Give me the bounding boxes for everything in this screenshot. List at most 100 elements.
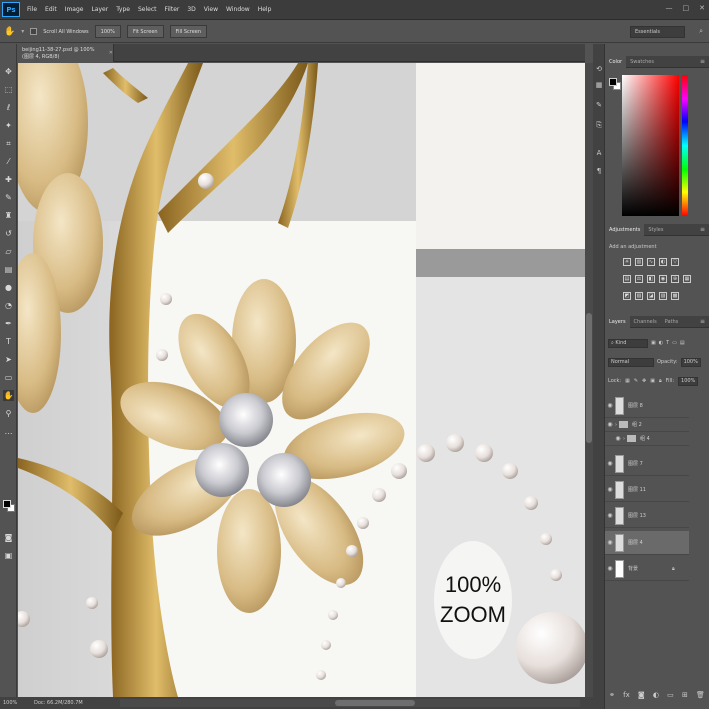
curves-icon[interactable]: ∿ xyxy=(647,258,655,266)
lasso-tool-icon[interactable]: ℓ xyxy=(3,102,14,113)
lock-image-icon[interactable]: ✎ xyxy=(634,378,638,384)
brush-panel-icon[interactable]: ✎ xyxy=(594,100,604,110)
eraser-tool-icon[interactable]: ▱ xyxy=(3,246,14,257)
new-adjustment-layer-icon[interactable]: ◐ xyxy=(653,691,659,703)
trash-icon[interactable]: 🗑︎ xyxy=(696,691,705,703)
vibrance-icon[interactable]: ▽ xyxy=(671,258,679,266)
lock-all-icon[interactable]: 🔒︎ xyxy=(659,378,662,384)
panel-menu-icon[interactable]: ≡ xyxy=(700,226,705,233)
eye-icon[interactable]: ◉ xyxy=(605,402,615,409)
menu-image[interactable]: Image xyxy=(61,6,88,13)
layer-row[interactable]: ◉ 图层 8 xyxy=(605,394,689,418)
document-size-info[interactable]: Doc: 66.2M/280.7M xyxy=(34,700,83,706)
tab-color[interactable]: Color xyxy=(605,55,627,68)
levels-icon[interactable]: ▥ xyxy=(635,258,643,266)
clone-stamp-tool-icon[interactable]: ♜ xyxy=(3,210,14,221)
menu-edit[interactable]: Edit xyxy=(41,6,61,13)
blend-mode-select[interactable]: Normal xyxy=(608,357,654,367)
layer-kind-filter[interactable]: ⌕ Kind xyxy=(608,338,648,348)
tab-styles[interactable]: Styles xyxy=(644,224,667,236)
gradient-map-icon[interactable]: ▩ xyxy=(671,292,679,300)
document-tab[interactable]: beijing11-38-27.psd @ 100% (图层 4, RGB/8)… xyxy=(18,44,114,62)
gradient-tool-icon[interactable]: ▤ xyxy=(3,264,14,275)
tab-paths[interactable]: Paths xyxy=(661,316,683,328)
hue-saturation-icon[interactable]: ▤ xyxy=(623,275,631,283)
paragraph-panel-icon[interactable]: ¶ xyxy=(594,166,604,176)
new-layer-icon[interactable]: ⊞ xyxy=(682,691,688,703)
eye-icon[interactable]: ◉ xyxy=(605,512,615,519)
more-tools-icon[interactable]: ⋯ xyxy=(3,428,14,439)
horizontal-scroll-thumb[interactable] xyxy=(335,700,415,706)
menu-filter[interactable]: Filter xyxy=(161,6,184,13)
layer-group-row[interactable]: ◉ › 组 2 xyxy=(605,418,689,432)
dodge-tool-icon[interactable]: ◔ xyxy=(3,300,14,311)
channel-mixer-icon[interactable]: ⊕ xyxy=(671,275,679,283)
path-selection-tool-icon[interactable]: ➤ xyxy=(3,354,14,365)
tab-adjustments[interactable]: Adjustments xyxy=(605,223,645,236)
character-panel-icon[interactable]: A xyxy=(594,148,604,158)
move-tool-icon[interactable]: ✥ xyxy=(3,66,14,77)
eyedropper-tool-icon[interactable]: ⁄ xyxy=(3,156,14,167)
close-tab-icon[interactable]: ✕ xyxy=(109,50,113,56)
color-balance-icon[interactable]: ⚖ xyxy=(635,275,643,283)
zoom-level-field[interactable]: 100% xyxy=(0,700,28,706)
close-icon[interactable]: ✕ xyxy=(699,4,705,12)
hue-slider[interactable] xyxy=(682,75,688,216)
link-layers-icon[interactable]: ⚭ xyxy=(609,691,615,703)
layer-row-selected[interactable]: ◉ 图层 4 xyxy=(605,531,689,555)
menu-view[interactable]: View xyxy=(200,6,222,13)
document-canvas[interactable]: 100% ZOOM xyxy=(18,63,585,697)
opacity-field[interactable]: 100% xyxy=(680,357,701,367)
marquee-tool-icon[interactable]: ⬚ xyxy=(3,84,14,95)
eye-icon[interactable]: ◉ xyxy=(605,565,615,572)
menu-type[interactable]: Type xyxy=(112,6,134,13)
fit-screen-button[interactable]: Fit Screen xyxy=(126,25,164,38)
layer-row-background[interactable]: ◉ 背景 🔒︎ xyxy=(605,557,689,581)
vertical-scroll-thumb[interactable] xyxy=(586,313,592,443)
hand-tool-icon[interactable]: ✋ xyxy=(3,390,14,401)
selective-color-icon[interactable]: ▨ xyxy=(659,292,667,300)
menu-select[interactable]: Select xyxy=(134,6,161,13)
minimize-icon[interactable]: — xyxy=(666,4,673,12)
menu-layer[interactable]: Layer xyxy=(87,6,112,13)
panel-menu-icon[interactable]: ≡ xyxy=(700,318,705,325)
layer-row[interactable]: ◉ 图层 11 xyxy=(605,478,689,502)
color-lookup-icon[interactable]: ▦ xyxy=(683,275,691,283)
menu-help[interactable]: Help xyxy=(254,6,276,13)
color-picker-field[interactable] xyxy=(622,75,679,216)
color-panel-foreground-swatch[interactable] xyxy=(609,78,617,86)
fill-screen-button[interactable]: Fill Screen xyxy=(169,25,208,38)
posterize-icon[interactable]: ▧ xyxy=(635,292,643,300)
pen-tool-icon[interactable]: ✒ xyxy=(3,318,14,329)
layer-group-row[interactable]: ◉ › 组 4 xyxy=(605,432,689,446)
brightness-contrast-icon[interactable]: ☀ xyxy=(623,258,631,266)
photo-filter-icon[interactable]: ◉ xyxy=(659,275,667,283)
eye-icon[interactable]: ◉ xyxy=(605,460,615,467)
tab-channels[interactable]: Channels xyxy=(630,316,661,328)
clone-source-panel-icon[interactable]: ⎘ xyxy=(594,120,604,130)
chevron-right-icon[interactable]: › xyxy=(615,422,617,428)
layer-style-icon[interactable]: fx xyxy=(623,691,630,703)
panel-menu-icon[interactable]: ≡ xyxy=(700,58,705,65)
lock-transparent-icon[interactable]: ▦ xyxy=(625,378,630,384)
layer-row[interactable]: ◉ 图层 13 xyxy=(605,504,689,528)
exposure-icon[interactable]: ◐ xyxy=(659,258,667,266)
menu-window[interactable]: Window xyxy=(222,6,254,13)
filter-smart-object-icon[interactable]: ▤ xyxy=(680,340,685,346)
new-group-icon[interactable]: ▭ xyxy=(667,691,674,703)
menu-3d[interactable]: 3D xyxy=(183,6,199,13)
rectangle-tool-icon[interactable]: ▭ xyxy=(3,372,14,383)
search-icon[interactable]: ⌕ xyxy=(699,27,703,36)
threshold-icon[interactable]: ◪ xyxy=(647,292,655,300)
history-panel-icon[interactable]: ⟲ xyxy=(594,64,604,74)
quick-mask-icon[interactable]: ◙ xyxy=(3,532,14,543)
scroll-all-windows-checkbox[interactable] xyxy=(30,28,38,35)
foreground-color-swatch[interactable] xyxy=(3,500,11,508)
filter-type-icon[interactable]: T xyxy=(666,340,669,346)
eye-icon[interactable]: ◉ xyxy=(605,486,615,493)
screen-mode-icon[interactable]: ▣ xyxy=(3,550,14,561)
lock-position-icon[interactable]: ✥ xyxy=(642,378,646,384)
vertical-scrollbar[interactable] xyxy=(585,63,593,697)
workspace-switcher[interactable]: Essentials xyxy=(630,26,685,38)
maximize-icon[interactable]: □ xyxy=(683,4,690,12)
